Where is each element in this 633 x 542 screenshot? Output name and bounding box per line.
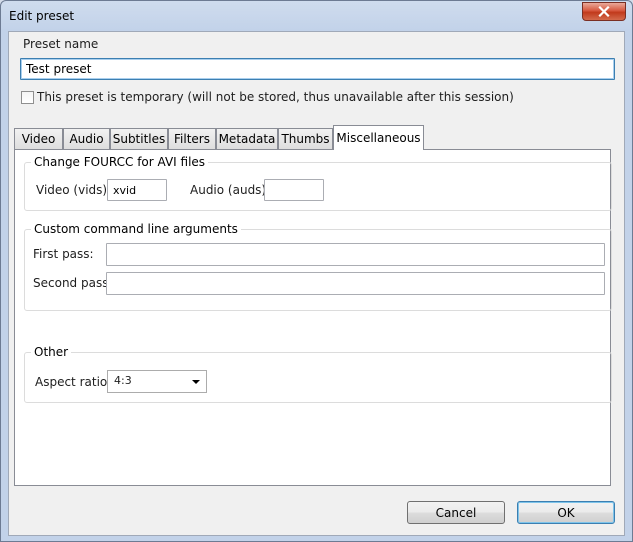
- tab-filters-label: Filters: [174, 132, 210, 146]
- audio-fourcc-label: Audio (auds):: [190, 183, 271, 197]
- second-pass-label: Second pass:: [33, 276, 113, 290]
- title-bar[interactable]: Edit preset: [1, 1, 632, 31]
- audio-fourcc-input[interactable]: [264, 179, 324, 201]
- aspect-ratio-label: Aspect ratio:: [35, 375, 112, 389]
- cancel-button[interactable]: Cancel: [407, 501, 505, 524]
- fourcc-group-title: Change FOURCC for AVI files: [31, 155, 209, 169]
- window-title: Edit preset: [9, 9, 75, 23]
- tab-metadata-label: Metadata: [218, 132, 276, 146]
- temporary-checkbox[interactable]: [21, 91, 34, 104]
- first-pass-label: First pass:: [33, 247, 94, 261]
- first-pass-input[interactable]: [106, 243, 605, 266]
- tab-filters[interactable]: Filters: [168, 128, 216, 149]
- preset-name-label: Preset name: [23, 37, 99, 51]
- chevron-down-icon: [192, 380, 200, 384]
- tab-video-label: Video: [21, 132, 56, 146]
- miscellaneous-panel: Change FOURCC for AVI files Video (vids)…: [14, 149, 612, 486]
- fourcc-group: Change FOURCC for AVI files Video (vids)…: [24, 155, 612, 211]
- custom-args-group-title: Custom command line arguments: [31, 222, 241, 236]
- video-fourcc-input[interactable]: [107, 179, 167, 201]
- tab-subtitles-label: Subtitles: [112, 132, 166, 146]
- second-pass-input[interactable]: [106, 272, 605, 295]
- other-group: Other Aspect ratio: 4:3: [24, 345, 612, 403]
- preset-name-input[interactable]: [20, 58, 615, 80]
- dialog-client-area: Preset name This preset is temporary (wi…: [8, 31, 625, 536]
- tab-miscellaneous-label: Miscellaneous: [336, 131, 421, 145]
- tab-metadata[interactable]: Metadata: [216, 128, 278, 149]
- close-icon: [598, 6, 610, 17]
- ok-button[interactable]: OK: [517, 501, 615, 524]
- close-button[interactable]: [582, 2, 626, 21]
- video-fourcc-label: Video (vids):: [36, 183, 112, 197]
- tab-audio[interactable]: Audio: [63, 128, 110, 149]
- aspect-ratio-select[interactable]: 4:3: [107, 370, 207, 393]
- tab-thumbs-label: Thumbs: [281, 132, 330, 146]
- temporary-checkbox-label[interactable]: This preset is temporary (will not be st…: [37, 90, 514, 104]
- edit-preset-dialog: Edit preset Preset name This preset is t…: [0, 0, 633, 542]
- tab-video[interactable]: Video: [14, 128, 63, 149]
- aspect-ratio-value: 4:3: [114, 374, 132, 387]
- tab-audio-label: Audio: [69, 132, 104, 146]
- other-group-title: Other: [31, 345, 72, 359]
- tab-miscellaneous[interactable]: Miscellaneous: [333, 125, 424, 150]
- custom-args-group: Custom command line arguments First pass…: [24, 222, 612, 311]
- tab-thumbs[interactable]: Thumbs: [278, 128, 333, 149]
- tab-subtitles[interactable]: Subtitles: [110, 128, 168, 149]
